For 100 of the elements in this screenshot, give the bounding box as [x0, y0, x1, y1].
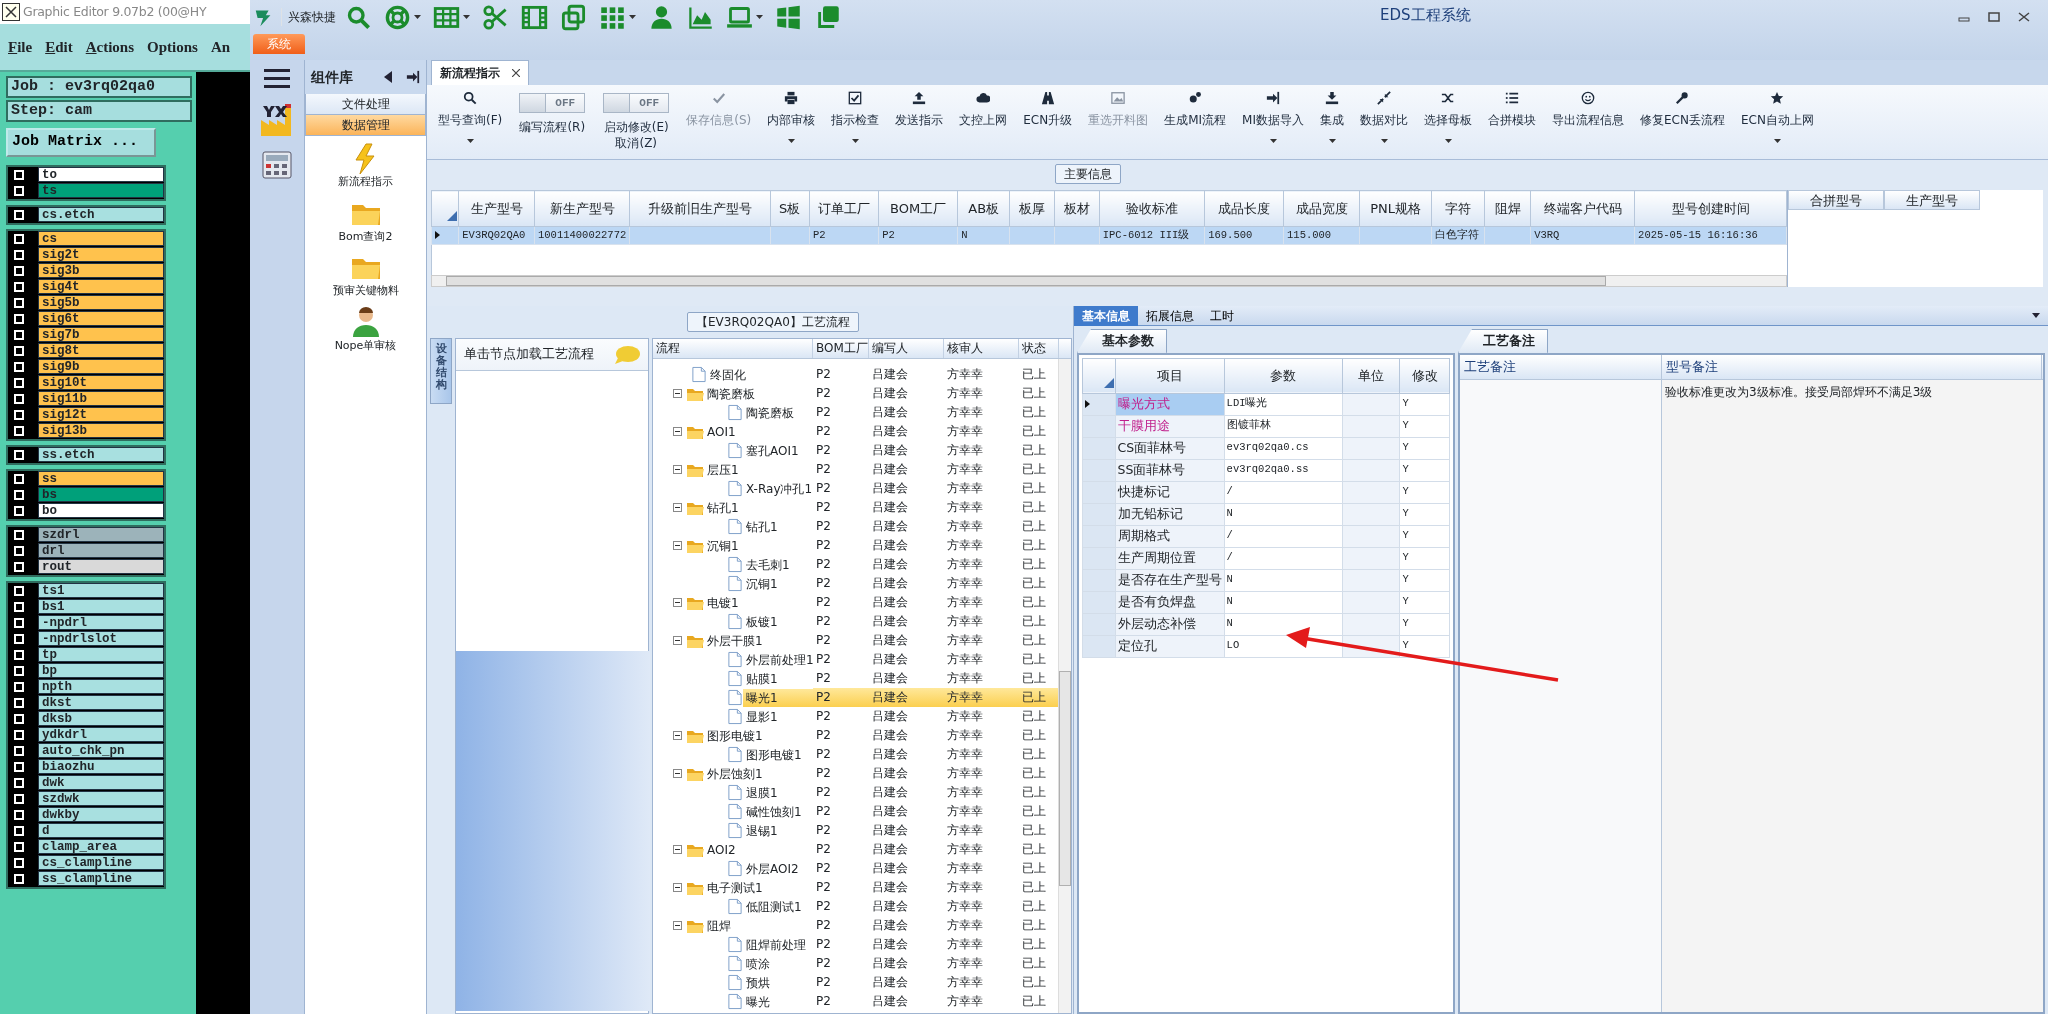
layer-checkbox[interactable] [14, 313, 24, 324]
column-header[interactable]: 阻焊 [1484, 190, 1531, 227]
layer-name[interactable]: ts1 [38, 583, 164, 598]
toggle-switch[interactable]: OFF [519, 93, 586, 113]
layer-checkbox[interactable] [14, 209, 24, 220]
collapse-toggle[interactable] [673, 731, 682, 740]
tree-row[interactable]: 陶瓷磨板 P2 吕建会 方幸幸 已上 [653, 403, 1059, 422]
person-icon[interactable] [648, 3, 675, 31]
side-tab[interactable]: 设备结构 [430, 338, 452, 404]
column-header[interactable]: AB板 [957, 190, 1010, 227]
layer-checkbox[interactable] [14, 873, 24, 884]
menu-icon[interactable] [262, 66, 292, 90]
tree-row[interactable]: 喷涂 P2 吕建会 方幸幸 已上 [653, 954, 1059, 973]
tree-row[interactable]: 沉铜1 P2 吕建会 方幸幸 已上 [653, 574, 1059, 593]
tree-row[interactable]: 外层前处理1 P2 吕建会 方幸幸 已上 [653, 650, 1059, 669]
layer-checkbox[interactable] [14, 649, 24, 660]
vertical-scrollbar[interactable] [1058, 359, 1071, 1013]
layer-name[interactable]: clamp_area [38, 839, 164, 854]
layer-checkbox[interactable] [14, 393, 24, 404]
layer-checkbox[interactable] [14, 745, 24, 756]
panel-tab[interactable]: 基本参数 [1077, 329, 1167, 353]
calculator-icon[interactable] [261, 150, 293, 180]
layer-checkbox[interactable] [14, 617, 24, 628]
tree-row[interactable]: 曝光1 P2 吕建会 方幸幸 已上 [653, 688, 1059, 707]
tree-row[interactable]: 图形电镀1 P2 吕建会 方幸幸 已上 [653, 745, 1059, 764]
document-tab[interactable]: 新流程指示 [431, 60, 529, 85]
layer-checkbox[interactable] [14, 329, 24, 340]
layer-checkbox[interactable] [14, 665, 24, 676]
column-header[interactable]: 核审人 [944, 339, 1019, 358]
tree-row[interactable]: AOI2 P2 吕建会 方幸幸 已上 [653, 840, 1059, 859]
layer-checkbox[interactable] [14, 777, 24, 788]
tree-row[interactable]: 钻孔1 P2 吕建会 方幸幸 已上 [653, 498, 1059, 517]
toolbar-button[interactable]: 内部审核 [762, 89, 821, 157]
column-header[interactable]: 验收标准 [1099, 190, 1205, 227]
category-item[interactable]: 数据管理 [305, 115, 426, 136]
close-icon[interactable] [512, 69, 520, 77]
layer-checkbox[interactable] [14, 361, 24, 372]
layer-checkbox[interactable] [14, 809, 24, 820]
column-header[interactable]: 状态 [1019, 339, 1059, 358]
menu-item[interactable]: File [8, 35, 33, 59]
toolbar-button[interactable]: 合拼模块 [1483, 89, 1541, 157]
layer-checkbox[interactable] [14, 409, 24, 420]
layer-checkbox[interactable] [14, 249, 24, 260]
collapse-toggle[interactable] [673, 503, 682, 512]
toolbar-button[interactable]: ECN自动上网 [1735, 89, 1819, 157]
layer-checkbox[interactable] [14, 345, 24, 356]
tree-row[interactable]: X-Ray冲孔1 P2 吕建会 方幸幸 已上 [653, 479, 1059, 498]
layer-checkbox[interactable] [14, 713, 24, 724]
layer-name[interactable]: bs1 [38, 599, 164, 614]
layer-checkbox[interactable] [14, 297, 24, 308]
remark-field[interactable] [1460, 379, 1662, 1012]
row-header[interactable] [1082, 393, 1116, 416]
layer-name[interactable]: -npdrl [38, 615, 164, 630]
column-header[interactable]: BOM工厂 [878, 190, 958, 227]
layer-checkbox[interactable] [14, 825, 24, 836]
tree-row[interactable]: 阻焊前处理 P2 吕建会 方幸幸 已上 [653, 935, 1059, 954]
tree-row[interactable]: AOI1 P2 吕建会 方幸幸 已上 [653, 422, 1059, 441]
layer-checkbox[interactable] [14, 425, 24, 436]
layer-name[interactable]: dwkby [38, 807, 164, 822]
layer-checkbox[interactable] [14, 169, 24, 180]
tree-row[interactable]: 曝光 P2 吕建会 方幸幸 已上 [653, 992, 1059, 1011]
layer-checkbox[interactable] [14, 449, 24, 460]
column-header[interactable]: 单位 [1342, 358, 1400, 394]
toolbar-button[interactable]: MI数据导入 [1237, 89, 1309, 157]
tree-row[interactable]: 碱性蚀刻1 P2 吕建会 方幸幸 已上 [653, 802, 1059, 821]
toolbar-button[interactable]: 型号查询(F) [433, 89, 508, 157]
toolbar-button[interactable]: 导出流程信息 [1547, 89, 1629, 157]
layer-name[interactable]: ts [38, 183, 164, 198]
component-item[interactable]: Nope单审核 [334, 337, 397, 354]
toggle-switch[interactable]: OFF [603, 93, 670, 113]
layer-name[interactable]: drl [38, 543, 164, 558]
layer-name[interactable]: ss_clampline [38, 871, 164, 886]
collapse-toggle[interactable] [673, 465, 682, 474]
column-header[interactable]: 参数 [1224, 358, 1343, 394]
layer-name[interactable]: ss.etch [38, 447, 164, 462]
tree-row[interactable]: 钻孔1 P2 吕建会 方幸幸 已上 [653, 517, 1059, 536]
column-header[interactable]: 生产型号 [458, 190, 535, 227]
layer-name[interactable]: sig4t [38, 279, 164, 294]
layer-checkbox[interactable] [14, 601, 24, 612]
column-header[interactable]: 新生产型号 [534, 190, 630, 227]
collapse-toggle[interactable] [673, 769, 682, 778]
column-header[interactable]: 升级前旧生产型号 [629, 190, 771, 227]
sign-in-icon[interactable] [406, 70, 420, 84]
layer-name[interactable]: bp [38, 663, 164, 678]
column-header[interactable]: 合拼型号 [1788, 190, 1884, 210]
layer-name[interactable]: -npdrlslot [38, 631, 164, 646]
layer-name[interactable]: sig12t [38, 407, 164, 422]
component-item[interactable]: Bom查询2 [338, 228, 393, 245]
menu-item[interactable]: An [210, 35, 231, 59]
layer-name[interactable]: szdwk [38, 791, 164, 806]
tab[interactable]: 拓展信息 [1138, 305, 1202, 326]
collapse-toggle[interactable] [673, 598, 682, 607]
layer-name[interactable]: cs [38, 231, 164, 246]
tree-row[interactable]: 外层蚀刻1 P2 吕建会 方幸幸 已上 [653, 764, 1059, 783]
layer-name[interactable]: sig11b [38, 391, 164, 406]
layer-checkbox[interactable] [14, 489, 24, 500]
job-matrix-button[interactable]: Job Matrix ... [6, 128, 156, 157]
column-header[interactable]: 成品长度 [1204, 190, 1284, 227]
layer-checkbox[interactable] [14, 681, 24, 692]
tree-row[interactable]: 预烘 P2 吕建会 方幸幸 已上 [653, 973, 1059, 992]
